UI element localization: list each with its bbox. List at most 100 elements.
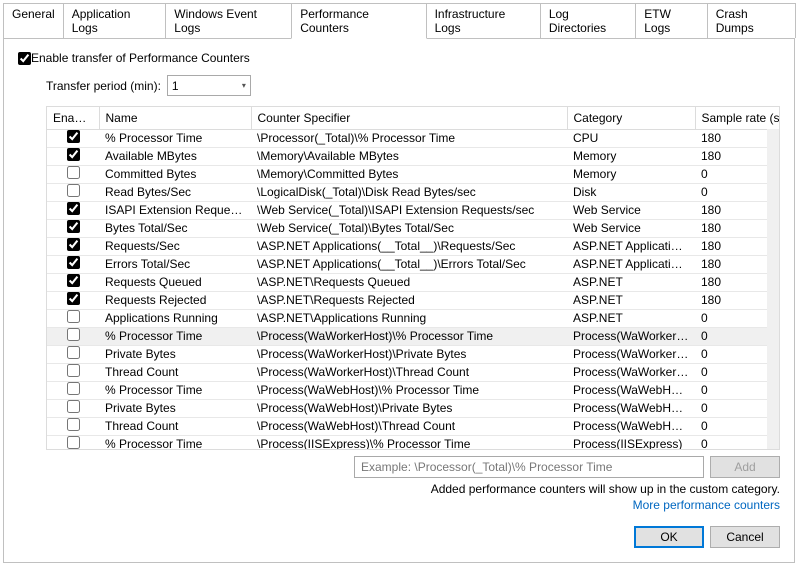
table-row[interactable]: Bytes Total/Sec\Web Service(_Total)\Byte… <box>47 219 779 237</box>
row-enabled-checkbox[interactable] <box>67 184 80 197</box>
table-row[interactable]: Available MBytes\Memory\Available MBytes… <box>47 147 779 165</box>
row-name: Private Bytes <box>99 399 251 417</box>
row-spec: \ASP.NET Applications(__Total__)\Request… <box>251 237 567 255</box>
row-enabled-checkbox[interactable] <box>67 328 80 341</box>
row-enabled-checkbox[interactable] <box>67 310 80 323</box>
table-row[interactable]: % Processor Time\Process(WaWebHost)\% Pr… <box>47 381 779 399</box>
row-category: ASP.NET <box>567 309 695 327</box>
transfer-period-label: Transfer period (min): <box>46 79 161 93</box>
row-enabled-checkbox[interactable] <box>67 148 80 161</box>
row-spec: \Memory\Committed Bytes <box>251 165 567 183</box>
table-row[interactable]: Thread Count\Process(WaWorkerHost)\Threa… <box>47 363 779 381</box>
row-category: Process(WaWebHost) <box>567 417 695 435</box>
ok-button[interactable]: OK <box>634 526 704 548</box>
custom-category-hint: Added performance counters will show up … <box>46 482 780 496</box>
row-category: CPU <box>567 129 695 147</box>
row-enabled-checkbox[interactable] <box>67 256 80 269</box>
enable-transfer-checkbox[interactable] <box>18 52 31 65</box>
row-spec: \ASP.NET Applications(__Total__)\Errors … <box>251 255 567 273</box>
row-enabled-checkbox[interactable] <box>67 238 80 251</box>
row-enabled-checkbox[interactable] <box>67 382 80 395</box>
row-enabled-checkbox[interactable] <box>67 202 80 215</box>
table-row[interactable]: ISAPI Extension Requests/...\Web Service… <box>47 201 779 219</box>
tab-log-directories[interactable]: Log Directories <box>540 3 636 38</box>
tab-infrastructure-logs[interactable]: Infrastructure Logs <box>426 3 541 38</box>
table-row[interactable]: Private Bytes\Process(WaWorkerHost)\Priv… <box>47 345 779 363</box>
row-spec: \Process(WaWorkerHost)\% Processor Time <box>251 327 567 345</box>
tab-etw-logs[interactable]: ETW Logs <box>635 3 707 38</box>
table-row[interactable]: Committed Bytes\Memory\Committed BytesMe… <box>47 165 779 183</box>
table-row[interactable]: Read Bytes/Sec\LogicalDisk(_Total)\Disk … <box>47 183 779 201</box>
tab-performance-counters[interactable]: Performance Counters <box>291 3 426 39</box>
chevron-down-icon: ▾ <box>242 81 246 90</box>
vertical-scrollbar[interactable] <box>767 129 779 449</box>
row-spec: \Process(WaWebHost)\Thread Count <box>251 417 567 435</box>
column-header-enabled[interactable]: Enabled <box>47 107 99 129</box>
row-category: ASP.NET <box>567 273 695 291</box>
table-row[interactable]: Applications Running\ASP.NET\Application… <box>47 309 779 327</box>
transfer-period-value: 1 <box>172 79 179 93</box>
row-spec: \ASP.NET\Applications Running <box>251 309 567 327</box>
row-category: Web Service <box>567 201 695 219</box>
table-row[interactable]: % Processor Time\Process(IISExpress)\% P… <box>47 435 779 449</box>
column-header-category[interactable]: Category <box>567 107 695 129</box>
tab-crash-dumps[interactable]: Crash Dumps <box>707 3 796 38</box>
row-name: Requests Rejected <box>99 291 251 309</box>
table-row[interactable]: Requests/Sec\ASP.NET Applications(__Tota… <box>47 237 779 255</box>
row-spec: \Processor(_Total)\% Processor Time <box>251 129 567 147</box>
row-spec: \Memory\Available MBytes <box>251 147 567 165</box>
row-spec: \Process(WaWorkerHost)\Private Bytes <box>251 345 567 363</box>
table-row[interactable]: Private Bytes\Process(WaWebHost)\Private… <box>47 399 779 417</box>
transfer-period-combo[interactable]: 1 ▾ <box>167 75 251 96</box>
row-enabled-checkbox[interactable] <box>67 220 80 233</box>
row-name: Requests Queued <box>99 273 251 291</box>
cancel-button[interactable]: Cancel <box>710 526 780 548</box>
row-name: Errors Total/Sec <box>99 255 251 273</box>
table-row[interactable]: Errors Total/Sec\ASP.NET Applications(__… <box>47 255 779 273</box>
row-enabled-checkbox[interactable] <box>67 364 80 377</box>
table-row[interactable]: Thread Count\Process(WaWebHost)\Thread C… <box>47 417 779 435</box>
column-header-rate[interactable]: Sample rate (sec) <box>695 107 779 129</box>
row-enabled-checkbox[interactable] <box>67 166 80 179</box>
row-enabled-checkbox[interactable] <box>67 400 80 413</box>
row-enabled-checkbox[interactable] <box>67 346 80 359</box>
row-spec: \Web Service(_Total)\Bytes Total/Sec <box>251 219 567 237</box>
row-spec: \ASP.NET\Requests Rejected <box>251 291 567 309</box>
tab-windows-event-logs[interactable]: Windows Event Logs <box>165 3 292 38</box>
row-name: % Processor Time <box>99 327 251 345</box>
column-header-spec[interactable]: Counter Specifier <box>251 107 567 129</box>
row-spec: \Process(IISExpress)\% Processor Time <box>251 435 567 449</box>
row-spec: \ASP.NET\Requests Queued <box>251 273 567 291</box>
row-name: Bytes Total/Sec <box>99 219 251 237</box>
table-row[interactable]: % Processor Time\Processor(_Total)\% Pro… <box>47 129 779 147</box>
row-name: Available MBytes <box>99 147 251 165</box>
row-category: Process(WaWorkerHost) <box>567 327 695 345</box>
row-enabled-checkbox[interactable] <box>67 274 80 287</box>
table-row[interactable]: % Processor Time\Process(WaWorkerHost)\%… <box>47 327 779 345</box>
row-enabled-checkbox[interactable] <box>67 436 80 449</box>
row-category: Process(WaWebHost) <box>567 381 695 399</box>
row-enabled-checkbox[interactable] <box>67 292 80 305</box>
row-name: Applications Running <box>99 309 251 327</box>
row-name: % Processor Time <box>99 129 251 147</box>
row-enabled-checkbox[interactable] <box>67 418 80 431</box>
more-counters-link[interactable]: More performance counters <box>46 498 780 512</box>
tab-strip: GeneralApplication LogsWindows Event Log… <box>3 3 795 39</box>
counter-specifier-input[interactable]: Example: \Processor(_Total)\% Processor … <box>354 456 704 478</box>
add-button[interactable]: Add <box>710 456 780 478</box>
row-spec: \Process(WaWebHost)\Private Bytes <box>251 399 567 417</box>
row-category: Process(WaWorkerHost) <box>567 363 695 381</box>
column-header-name[interactable]: Name <box>99 107 251 129</box>
row-enabled-checkbox[interactable] <box>67 130 80 143</box>
row-category: Process(WaWebHost) <box>567 399 695 417</box>
table-row[interactable]: Requests Rejected\ASP.NET\Requests Rejec… <box>47 291 779 309</box>
row-category: Memory <box>567 147 695 165</box>
row-category: Web Service <box>567 219 695 237</box>
counter-specifier-placeholder: Example: \Processor(_Total)\% Processor … <box>361 460 612 474</box>
tab-general[interactable]: General <box>3 3 64 38</box>
row-spec: \Process(WaWebHost)\% Processor Time <box>251 381 567 399</box>
row-name: Requests/Sec <box>99 237 251 255</box>
table-row[interactable]: Requests Queued\ASP.NET\Requests QueuedA… <box>47 273 779 291</box>
row-name: % Processor Time <box>99 435 251 449</box>
tab-application-logs[interactable]: Application Logs <box>63 3 167 38</box>
